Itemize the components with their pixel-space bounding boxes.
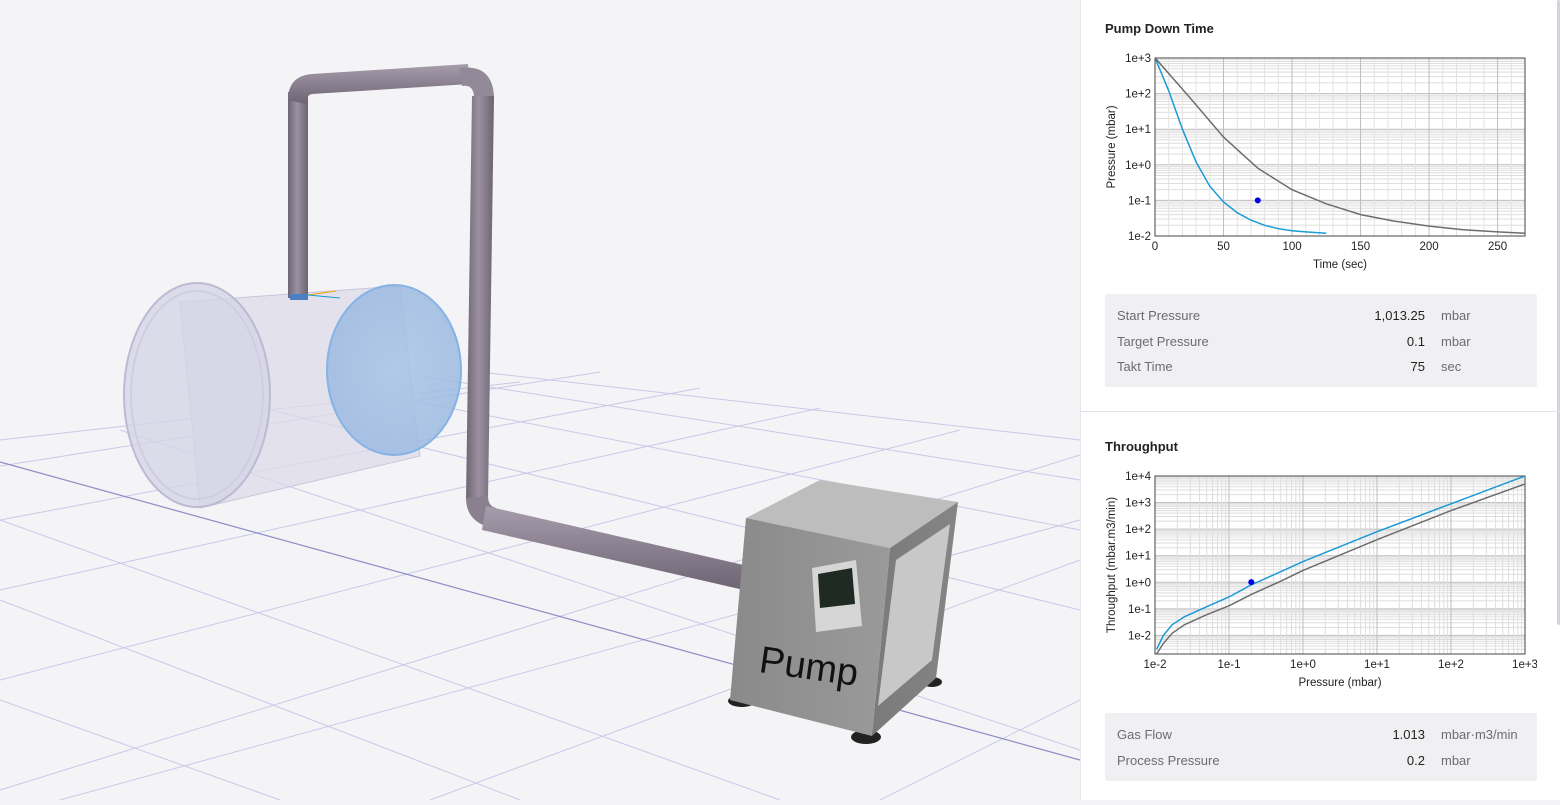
pumpdown-unit: sec: [1441, 359, 1462, 374]
throughput-xtick-label: 1e+0: [1290, 659, 1316, 671]
throughput-ytick-label: 1e+0: [1125, 577, 1151, 589]
pumpdown-ytick-label: 1e+0: [1125, 160, 1151, 172]
throughput-info-row: Process Pressure 0.2 mbar: [1105, 747, 1537, 773]
throughput-ytick-label: 1e+3: [1125, 498, 1151, 510]
pumpdown-xtick-label: 250: [1488, 241, 1507, 253]
pumpdown-title: Pump Down Time: [1105, 21, 1214, 36]
pumpdown-yaxis-label: Pressure (mbar): [1106, 105, 1118, 188]
throughput-ytick-label: 1e-2: [1128, 630, 1151, 642]
throughput-marker-point: [1248, 579, 1255, 586]
throughput-xaxis-label: Pressure (mbar): [1298, 677, 1381, 689]
throughput-value: 0.2: [1406, 752, 1425, 768]
pumpdown-info: Start Pressure 1,013.25 mbar Target Pressur…: [1105, 294, 1537, 387]
pumpdown-value: 75: [1410, 359, 1425, 374]
section-divider: [1081, 411, 1560, 412]
pumpdown-ytick-label: 1e+2: [1125, 89, 1151, 101]
throughput-xtick-label: 1e-2: [1143, 659, 1166, 671]
pumpdown-value: 1,013.25: [1374, 308, 1425, 323]
throughput-ytick-label: 1e+4: [1125, 471, 1152, 483]
throughput-xtick-label: 1e+3: [1512, 659, 1537, 671]
pumpdown-ytick-label: 1e-2: [1128, 231, 1151, 243]
vacuum-chamber[interactable]: [123, 282, 462, 509]
pumpdown-value: 0.1: [1406, 333, 1425, 349]
pumpdown-xtick-label: 100: [1282, 241, 1301, 253]
pumpdown-ytick-label: 1e-1: [1128, 195, 1151, 207]
throughput-label: Process Pressure: [1117, 752, 1220, 768]
pumpdown-info-row: Target Pressure 0.1 mbar: [1105, 328, 1537, 354]
pumpdown-xtick-label: 50: [1217, 241, 1230, 253]
throughput-yaxis-label: Throughput (mbar.m3/min): [1106, 497, 1118, 633]
pumpdown-info-row: Start Pressure 1,013.25 mbar: [1105, 302, 1537, 328]
pumpdown-ytick-label: 1e+3: [1125, 53, 1151, 65]
pumpdown-xtick-label: 0: [1152, 241, 1158, 253]
throughput-info: Gas Flow 1.013 mbar·m3/min Process Pressure…: [1105, 713, 1537, 781]
throughput-title: Throughput: [1105, 439, 1178, 454]
pumpdown-label: Takt Time: [1117, 359, 1173, 374]
pumpdown-xtick-label: 200: [1419, 241, 1438, 253]
throughput-label: Gas Flow: [1117, 727, 1172, 742]
scene-canvas[interactable]: Pump: [0, 0, 1081, 801]
throughput-unit: mbar: [1441, 752, 1471, 768]
throughput-xtick-label: 1e+1: [1364, 659, 1390, 671]
pumpdown-marker-point: [1254, 197, 1261, 204]
throughput-info-row: Gas Flow 1.013 mbar·m3/min: [1105, 721, 1537, 747]
pumpdown-label: Start Pressure: [1117, 308, 1201, 323]
throughput-ytick-label: 1e-1: [1128, 604, 1151, 616]
throughput-ytick-label: 1e+2: [1125, 524, 1151, 536]
pumpdown-xtick-label: 150: [1351, 241, 1370, 253]
throughput-xtick-label: 1e+2: [1438, 659, 1464, 671]
pumpdown-chart[interactable]: 1e+3 1e+2 1e+1 1e+0 1e-1 1e-20 50 100 150 200 250 T…: [1105, 46, 1537, 276]
throughput-unit: mbar·m3/min: [1441, 727, 1518, 742]
results-panel[interactable]: Pump Down Time 1e+3 1e+2 1e+1 1e+0 1e-1 1e-2 0…: [1080, 0, 1560, 800]
pumpdown-label: Target Pressure: [1117, 333, 1209, 349]
throughput-ytick-label: 1e+1: [1125, 551, 1151, 563]
pumpdown-plot-area: [1155, 58, 1525, 236]
pumpdown-xaxis-label: Time (sec): [1313, 259, 1367, 271]
3d-viewport[interactable]: Pump: [0, 0, 1081, 801]
pumpdown-unit: mbar: [1441, 308, 1471, 323]
throughput-chart[interactable]: 1e+4 1e+3 1e+2 1e+1 1e+0 1e-1 1e-2 1e-2 1e-1 1e+0…: [1105, 464, 1537, 694]
pumpdown-ytick-label: 1e+1: [1125, 124, 1151, 136]
throughput-value: 1.013: [1392, 727, 1425, 742]
pumpdown-unit: mbar: [1441, 333, 1471, 349]
pumpdown-info-row: Takt Time 75 sec: [1105, 353, 1537, 379]
throughput-xtick-label: 1e-1: [1217, 659, 1240, 671]
